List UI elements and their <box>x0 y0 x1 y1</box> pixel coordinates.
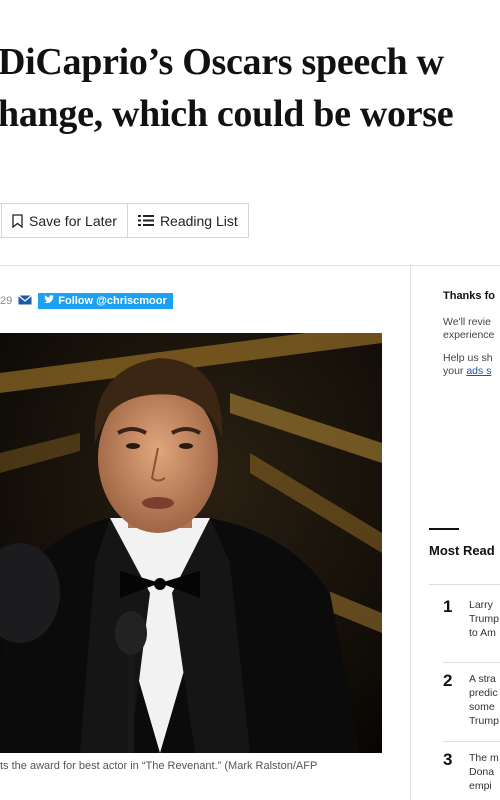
most-read-item-3[interactable]: 3 The m Dona empi <box>429 750 500 800</box>
ads-settings-link[interactable]: ads s <box>466 365 491 377</box>
byline-row: 29 Follow @chriscmoor <box>0 292 173 310</box>
most-read-rank: 3 <box>443 750 453 769</box>
most-read-headline: The m Dona empi <box>469 751 499 793</box>
most-read-line: Trump <box>469 715 499 727</box>
follow-author-label: Follow @chriscmoor <box>58 295 167 307</box>
reading-list-label: Reading List <box>159 212 238 229</box>
most-read-separator <box>443 662 500 663</box>
article-photo[interactable] <box>0 333 382 753</box>
most-read-rank: 2 <box>443 671 453 690</box>
save-for-later-button[interactable]: Save for Later <box>1 204 127 237</box>
mail-icon[interactable] <box>18 294 33 308</box>
most-read-line: predic <box>469 687 498 699</box>
most-read-divider <box>429 584 500 585</box>
feedback-text-line-1: We'll revie <box>443 316 491 328</box>
headline-line-2: hange, which could be worse <box>0 93 454 135</box>
article-toolbar: Save for Later Reading List <box>0 203 249 238</box>
timestamp-fragment: 29 <box>0 295 13 307</box>
most-read-line: some <box>469 701 495 713</box>
help-text-line-1: Help us sh <box>443 352 493 364</box>
most-read-line: Dona <box>469 766 495 778</box>
most-read-headline: Larry Trump to Am <box>469 598 499 640</box>
most-read-line: Trump <box>469 613 499 625</box>
reading-list-button[interactable]: Reading List <box>126 204 248 237</box>
photo-caption: ts the award for best actor in “The Reve… <box>0 760 318 772</box>
most-read-separator <box>443 741 500 742</box>
photo-illustration <box>0 333 382 753</box>
feedback-heading: Thanks fo <box>443 290 495 302</box>
headline-line-1: DiCaprio’s Oscars speech w <box>0 41 444 83</box>
most-read-line: The m <box>469 752 499 764</box>
most-read-item-2[interactable]: 2 A stra predic some Trump <box>429 671 500 741</box>
most-read-line: empi <box>469 780 492 792</box>
most-read-line: A stra <box>469 673 496 685</box>
most-read-rank: 1 <box>443 597 453 616</box>
twitter-bird-icon <box>44 295 55 307</box>
most-read-headline: A stra predic some Trump <box>469 672 499 728</box>
column-divider <box>410 266 411 800</box>
follow-author-button[interactable]: Follow @chriscmoor <box>38 293 173 309</box>
most-read-line: Larry <box>469 599 493 611</box>
list-icon <box>137 214 154 227</box>
save-for-later-label: Save for Later <box>29 212 117 229</box>
help-text-prefix: your <box>443 365 467 377</box>
header-divider <box>0 265 500 266</box>
most-read-item-1[interactable]: 1 Larry Trump to Am <box>429 597 500 657</box>
help-text-line-2: your ads s <box>443 365 491 378</box>
most-read-title: Most Read <box>429 543 495 558</box>
most-read-accent-bar <box>429 528 459 530</box>
feedback-text-line-2: experience <box>443 329 495 341</box>
bookmark-icon <box>12 213 23 228</box>
article-headline: DiCaprio’s Oscars speech w hange, which … <box>0 36 500 140</box>
most-read-line: to Am <box>469 627 496 639</box>
